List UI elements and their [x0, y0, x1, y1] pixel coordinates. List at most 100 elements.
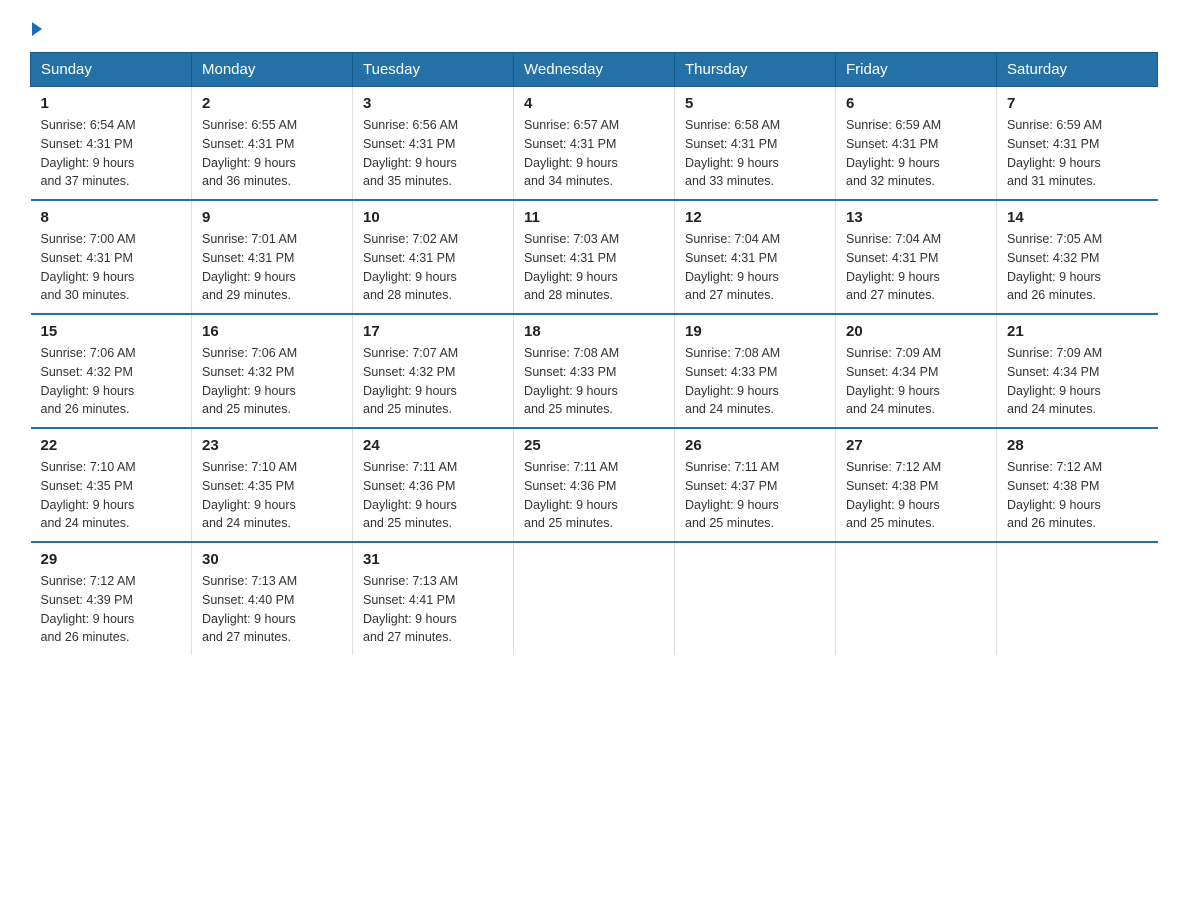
- day-info: Sunrise: 7:00 AMSunset: 4:31 PMDaylight:…: [41, 230, 182, 305]
- day-number: 6: [846, 95, 986, 112]
- calendar-week-row: 22Sunrise: 7:10 AMSunset: 4:35 PMDayligh…: [31, 428, 1158, 542]
- calendar-week-row: 15 Sunrise: 7:06 AMSunset: 4:32 PMDayligh…: [31, 314, 1158, 428]
- calendar-cell: 2 Sunrise: 6:55 AMSunset: 4:31 PMDaylight…: [192, 87, 353, 201]
- day-info: Sunrise: 7:11 AMSunset: 4:37 PMDaylight:…: [685, 458, 825, 533]
- column-header-wednesday: Wednesday: [514, 53, 675, 87]
- day-number: 7: [1007, 95, 1148, 112]
- day-info: Sunrise: 7:06 AMSunset: 4:32 PMDaylight:…: [202, 344, 342, 419]
- day-info: Sunrise: 6:57 AMSunset: 4:31 PMDaylight:…: [524, 116, 664, 191]
- day-number: 10: [363, 209, 503, 226]
- day-number: 11: [524, 209, 664, 226]
- column-header-monday: Monday: [192, 53, 353, 87]
- day-number: 4: [524, 95, 664, 112]
- calendar-cell: 29 Sunrise: 7:12 AMSunset: 4:39 PMDayligh…: [31, 542, 192, 655]
- calendar-cell: 25 Sunrise: 7:11 AMSunset: 4:36 PMDayligh…: [514, 428, 675, 542]
- calendar-cell: 21 Sunrise: 7:09 AMSunset: 4:34 PMDayligh…: [997, 314, 1158, 428]
- day-number: 24: [363, 437, 503, 454]
- logo-arrow-icon: [32, 22, 42, 36]
- column-header-saturday: Saturday: [997, 53, 1158, 87]
- calendar-cell: 28Sunrise: 7:12 AMSunset: 4:38 PMDayligh…: [997, 428, 1158, 542]
- day-number: 5: [685, 95, 825, 112]
- calendar-week-row: 1 Sunrise: 6:54 AMSunset: 4:31 PMDaylight…: [31, 87, 1158, 201]
- day-number: 27: [846, 437, 986, 454]
- day-number: 1: [41, 95, 182, 112]
- day-info: Sunrise: 6:54 AMSunset: 4:31 PMDaylight:…: [41, 116, 182, 191]
- logo[interactable]: [30, 20, 42, 36]
- day-number: 19: [685, 323, 825, 340]
- day-number: 30: [202, 551, 342, 568]
- day-number: 29: [41, 551, 182, 568]
- calendar-cell: 7 Sunrise: 6:59 AMSunset: 4:31 PMDaylight…: [997, 87, 1158, 201]
- column-header-friday: Friday: [836, 53, 997, 87]
- day-number: 12: [685, 209, 825, 226]
- day-info: Sunrise: 7:03 AMSunset: 4:31 PMDaylight:…: [524, 230, 664, 305]
- calendar-week-row: 8 Sunrise: 7:00 AMSunset: 4:31 PMDaylight…: [31, 200, 1158, 314]
- day-number: 9: [202, 209, 342, 226]
- calendar-cell: [675, 542, 836, 655]
- day-info: Sunrise: 7:09 AMSunset: 4:34 PMDaylight:…: [1007, 344, 1148, 419]
- calendar-cell: 17 Sunrise: 7:07 AMSunset: 4:32 PMDayligh…: [353, 314, 514, 428]
- column-header-sunday: Sunday: [31, 53, 192, 87]
- calendar-cell: 19 Sunrise: 7:08 AMSunset: 4:33 PMDayligh…: [675, 314, 836, 428]
- day-info: Sunrise: 7:04 AMSunset: 4:31 PMDaylight:…: [685, 230, 825, 305]
- day-number: 21: [1007, 323, 1148, 340]
- calendar-cell: 18Sunrise: 7:08 AMSunset: 4:33 PMDayligh…: [514, 314, 675, 428]
- calendar-week-row: 29 Sunrise: 7:12 AMSunset: 4:39 PMDayligh…: [31, 542, 1158, 655]
- day-info: Sunrise: 7:10 AMSunset: 4:35 PMDaylight:…: [41, 458, 182, 533]
- day-number: 17: [363, 323, 503, 340]
- calendar-cell: 26 Sunrise: 7:11 AMSunset: 4:37 PMDayligh…: [675, 428, 836, 542]
- calendar-cell: 4 Sunrise: 6:57 AMSunset: 4:31 PMDaylight…: [514, 87, 675, 201]
- day-number: 16: [202, 323, 342, 340]
- day-number: 26: [685, 437, 825, 454]
- calendar-cell: 8 Sunrise: 7:00 AMSunset: 4:31 PMDaylight…: [31, 200, 192, 314]
- calendar-cell: 15 Sunrise: 7:06 AMSunset: 4:32 PMDayligh…: [31, 314, 192, 428]
- calendar-cell: 22Sunrise: 7:10 AMSunset: 4:35 PMDayligh…: [31, 428, 192, 542]
- page-header: [30, 20, 1158, 36]
- day-number: 3: [363, 95, 503, 112]
- day-info: Sunrise: 7:11 AMSunset: 4:36 PMDaylight:…: [524, 458, 664, 533]
- day-number: 8: [41, 209, 182, 226]
- day-number: 28: [1007, 437, 1148, 454]
- day-number: 23: [202, 437, 342, 454]
- day-info: Sunrise: 7:02 AMSunset: 4:31 PMDaylight:…: [363, 230, 503, 305]
- column-header-tuesday: Tuesday: [353, 53, 514, 87]
- day-info: Sunrise: 7:09 AMSunset: 4:34 PMDaylight:…: [846, 344, 986, 419]
- calendar-cell: 23Sunrise: 7:10 AMSunset: 4:35 PMDayligh…: [192, 428, 353, 542]
- calendar-cell: 3 Sunrise: 6:56 AMSunset: 4:31 PMDaylight…: [353, 87, 514, 201]
- day-number: 25: [524, 437, 664, 454]
- day-info: Sunrise: 6:55 AMSunset: 4:31 PMDaylight:…: [202, 116, 342, 191]
- calendar-cell: 13Sunrise: 7:04 AMSunset: 4:31 PMDayligh…: [836, 200, 997, 314]
- day-info: Sunrise: 7:08 AMSunset: 4:33 PMDaylight:…: [685, 344, 825, 419]
- day-number: 18: [524, 323, 664, 340]
- day-number: 13: [846, 209, 986, 226]
- day-info: Sunrise: 7:01 AMSunset: 4:31 PMDaylight:…: [202, 230, 342, 305]
- column-header-thursday: Thursday: [675, 53, 836, 87]
- calendar-cell: [514, 542, 675, 655]
- day-info: Sunrise: 7:05 AMSunset: 4:32 PMDaylight:…: [1007, 230, 1148, 305]
- day-number: 2: [202, 95, 342, 112]
- calendar-cell: 31Sunrise: 7:13 AMSunset: 4:41 PMDayligh…: [353, 542, 514, 655]
- calendar-cell: 30 Sunrise: 7:13 AMSunset: 4:40 PMDayligh…: [192, 542, 353, 655]
- calendar-cell: 10 Sunrise: 7:02 AMSunset: 4:31 PMDayligh…: [353, 200, 514, 314]
- day-info: Sunrise: 7:13 AMSunset: 4:40 PMDaylight:…: [202, 572, 342, 647]
- day-info: Sunrise: 7:06 AMSunset: 4:32 PMDaylight:…: [41, 344, 182, 419]
- day-number: 14: [1007, 209, 1148, 226]
- day-info: Sunrise: 6:59 AMSunset: 4:31 PMDaylight:…: [1007, 116, 1148, 191]
- day-info: Sunrise: 7:12 AMSunset: 4:39 PMDaylight:…: [41, 572, 182, 647]
- calendar-cell: 12 Sunrise: 7:04 AMSunset: 4:31 PMDayligh…: [675, 200, 836, 314]
- calendar-cell: 20 Sunrise: 7:09 AMSunset: 4:34 PMDayligh…: [836, 314, 997, 428]
- calendar-cell: 24 Sunrise: 7:11 AMSunset: 4:36 PMDayligh…: [353, 428, 514, 542]
- calendar-cell: 14 Sunrise: 7:05 AMSunset: 4:32 PMDayligh…: [997, 200, 1158, 314]
- day-info: Sunrise: 7:07 AMSunset: 4:32 PMDaylight:…: [363, 344, 503, 419]
- calendar-cell: 5Sunrise: 6:58 AMSunset: 4:31 PMDaylight…: [675, 87, 836, 201]
- calendar-cell: 9 Sunrise: 7:01 AMSunset: 4:31 PMDaylight…: [192, 200, 353, 314]
- calendar-header-row: SundayMondayTuesdayWednesdayThursdayFrid…: [31, 53, 1158, 87]
- calendar-cell: [836, 542, 997, 655]
- day-number: 20: [846, 323, 986, 340]
- day-number: 15: [41, 323, 182, 340]
- day-info: Sunrise: 7:11 AMSunset: 4:36 PMDaylight:…: [363, 458, 503, 533]
- calendar-cell: 6 Sunrise: 6:59 AMSunset: 4:31 PMDaylight…: [836, 87, 997, 201]
- day-info: Sunrise: 6:56 AMSunset: 4:31 PMDaylight:…: [363, 116, 503, 191]
- calendar-table: SundayMondayTuesdayWednesdayThursdayFrid…: [30, 52, 1158, 655]
- day-info: Sunrise: 6:59 AMSunset: 4:31 PMDaylight:…: [846, 116, 986, 191]
